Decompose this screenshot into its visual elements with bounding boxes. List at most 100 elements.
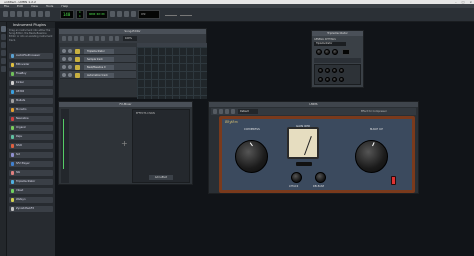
- track-name[interactable]: TripleOscillator: [84, 48, 114, 54]
- track-mute-icon[interactable]: [62, 65, 66, 69]
- track-name[interactable]: Sample track: [84, 56, 114, 62]
- track-solo-icon[interactable]: [68, 65, 72, 69]
- volume-knob[interactable]: [316, 49, 322, 55]
- tempo-lcd[interactable]: 140: [60, 10, 74, 19]
- plugin-item[interactable]: SF2 Player: [9, 161, 53, 167]
- osc1-volume-knob[interactable]: [318, 68, 323, 73]
- plugin-item[interactable]: Watsyn: [9, 197, 53, 203]
- track-row[interactable]: TripleOscillator: [60, 47, 136, 55]
- record-icon[interactable]: [68, 36, 72, 41]
- root-directory-icon[interactable]: [1, 66, 6, 72]
- plugin-item[interactable]: FreeBoy: [9, 71, 53, 77]
- plugin-item[interactable]: Organic: [9, 125, 53, 131]
- song-editor-icon[interactable]: [110, 11, 115, 17]
- master-channel[interactable]: [61, 109, 69, 183]
- master-pitch-slider[interactable]: [180, 15, 192, 16]
- plugin-item[interactable]: Nescaline: [9, 116, 53, 122]
- plugin-icon: [10, 153, 15, 157]
- plugin-item[interactable]: TripleOscillator: [9, 179, 53, 185]
- power-icon[interactable]: [213, 109, 217, 114]
- plugin-item[interactable]: ZynAddSubFX: [9, 206, 53, 212]
- beat-bassline-icon[interactable]: [117, 11, 122, 17]
- stop-icon[interactable]: [80, 36, 84, 41]
- instrument-plugins-icon[interactable]: [1, 26, 6, 32]
- bypass-icon[interactable]: [219, 109, 223, 114]
- automation-editor-icon[interactable]: [131, 11, 136, 17]
- track-name-field[interactable]: TripleOscillator: [314, 42, 346, 46]
- record-play-icon[interactable]: [74, 36, 78, 41]
- track-name[interactable]: Automation track: [84, 72, 114, 78]
- osc1-crs-knob[interactable]: [332, 68, 337, 73]
- plugin-item-label: Vibed: [16, 189, 24, 192]
- save-project-icon[interactable]: [24, 11, 29, 17]
- attack-knob[interactable]: [291, 172, 302, 183]
- makeup-knob[interactable]: [355, 140, 388, 173]
- osc2-pan-knob[interactable]: [325, 77, 330, 82]
- track-mute-icon[interactable]: [62, 73, 66, 77]
- plugin-item[interactable]: SfxR: [9, 143, 53, 149]
- plugin-item[interactable]: Sid: [9, 152, 53, 158]
- track-row[interactable]: Sample track: [60, 55, 136, 63]
- plugin-item[interactable]: Vibed: [9, 188, 53, 194]
- release-knob[interactable]: [315, 172, 326, 183]
- plugin-item[interactable]: Papu: [9, 134, 53, 140]
- draw-mode-icon[interactable]: [109, 36, 113, 41]
- osc1-pan-knob[interactable]: [325, 68, 330, 73]
- open-project-icon[interactable]: [10, 11, 15, 17]
- my-samples-icon[interactable]: [1, 42, 6, 48]
- preset-selector[interactable]: Default: [238, 109, 258, 114]
- plugin-item[interactable]: Monstro: [9, 107, 53, 113]
- osc2-volume-knob[interactable]: [318, 77, 323, 82]
- meter-switch[interactable]: [296, 162, 312, 166]
- export-tracks-icon[interactable]: [38, 11, 43, 17]
- osc1-fine-knob[interactable]: [339, 68, 344, 73]
- plugin-item[interactable]: Kicker: [9, 80, 53, 86]
- plugin-item[interactable]: LB302: [9, 89, 53, 95]
- osc2-fine-knob[interactable]: [339, 77, 344, 82]
- plugin-item[interactable]: Mallets: [9, 98, 53, 104]
- export-icon[interactable]: [31, 11, 36, 17]
- master-volume-slider[interactable]: [165, 15, 177, 16]
- timesig-lcd[interactable]: 4 4: [76, 10, 84, 19]
- osc2-crs-knob[interactable]: [332, 77, 337, 82]
- fx-channel-lcd[interactable]: [342, 49, 350, 55]
- track-instrument-icon[interactable]: [75, 48, 80, 54]
- my-home-icon[interactable]: [1, 58, 6, 64]
- pitch-knob[interactable]: [332, 49, 338, 55]
- add-effect-button[interactable]: Add effect: [149, 175, 173, 180]
- my-presets-icon[interactable]: [1, 50, 6, 56]
- what-is-this-icon[interactable]: [45, 11, 50, 17]
- zoom-select[interactable]: 100%: [123, 36, 137, 41]
- track-instrument-icon[interactable]: [75, 72, 80, 78]
- recent-projects-icon[interactable]: [17, 11, 22, 17]
- track-row[interactable]: Automation track: [60, 71, 136, 79]
- panning-knob[interactable]: [324, 49, 330, 55]
- preset-next-icon[interactable]: [231, 109, 235, 114]
- track-solo-icon[interactable]: [68, 73, 72, 77]
- add-automation-track-icon[interactable]: [101, 36, 105, 41]
- song-grid[interactable]: [137, 47, 207, 99]
- track-instrument-icon[interactable]: [75, 56, 80, 62]
- play-icon[interactable]: [62, 36, 66, 41]
- new-project-icon[interactable]: [3, 11, 8, 17]
- add-channel-icon[interactable]: +: [121, 140, 129, 148]
- power-toggle[interactable]: [391, 176, 396, 185]
- track-instrument-icon[interactable]: [75, 64, 80, 70]
- add-sample-track-icon[interactable]: [95, 36, 99, 41]
- preset-prev-icon[interactable]: [225, 109, 229, 114]
- plugin-item[interactable]: BitInvader: [9, 62, 53, 68]
- edit-mode-icon[interactable]: [115, 36, 119, 41]
- track-mute-icon[interactable]: [62, 49, 66, 53]
- track-solo-icon[interactable]: [68, 57, 72, 61]
- add-bb-track-icon[interactable]: [89, 36, 93, 41]
- plugin-item[interactable]: AudioFileProcessor: [9, 53, 53, 59]
- compress-knob[interactable]: [235, 140, 268, 173]
- track-row[interactable]: Beat/Bassline 0: [60, 63, 136, 71]
- track-solo-icon[interactable]: [68, 49, 72, 53]
- my-projects-icon[interactable]: [1, 34, 6, 40]
- instrument-tabs[interactable]: [314, 58, 361, 63]
- plugin-item[interactable]: Stk: [9, 170, 53, 176]
- track-name[interactable]: Beat/Bassline 0: [84, 64, 114, 70]
- piano-roll-icon[interactable]: [124, 11, 129, 17]
- track-mute-icon[interactable]: [62, 57, 66, 61]
